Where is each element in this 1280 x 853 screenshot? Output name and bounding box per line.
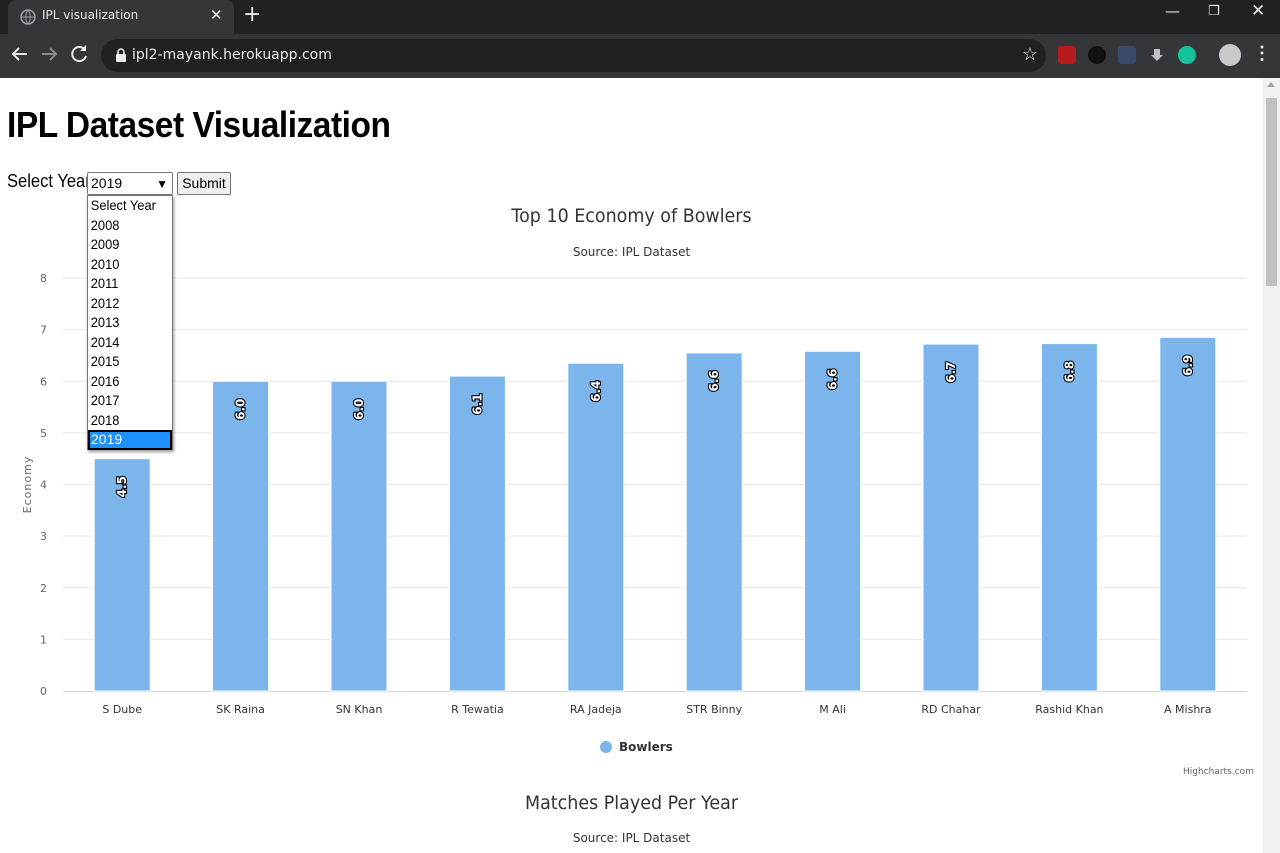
browser-tab[interactable]: IPL visualization ✕ bbox=[8, 0, 234, 34]
highcharts-credit[interactable]: Highcharts.com bbox=[1183, 767, 1254, 777]
scroll-up-arrow-icon[interactable] bbox=[1267, 82, 1275, 87]
year-select-value: 2019 bbox=[91, 175, 123, 191]
year-option[interactable]: 2013 bbox=[88, 313, 165, 333]
x-category-label: S Dube bbox=[102, 703, 142, 716]
x-category-label: RA Jadeja bbox=[570, 703, 622, 716]
vertical-scrollbar[interactable] bbox=[1263, 78, 1280, 853]
x-category-label: Rashid Khan bbox=[1035, 703, 1103, 716]
restore-icon[interactable]: ❐ bbox=[1208, 4, 1220, 19]
year-option[interactable]: 2015 bbox=[88, 352, 165, 372]
year-option[interactable]: 2009 bbox=[88, 235, 165, 255]
year-option[interactable]: Select Year bbox=[88, 196, 165, 216]
y-axis-title: Economy bbox=[21, 456, 34, 514]
browser-tab-bar: IPL visualization ✕ + — ❐ ✕ bbox=[0, 0, 1280, 34]
x-category-label: M Ali bbox=[819, 703, 846, 716]
bar-data-label: 6.6 bbox=[826, 369, 840, 390]
forward-icon[interactable] bbox=[37, 42, 61, 66]
bar-data-label: 6.1 bbox=[470, 393, 484, 414]
page-content: IPL Dataset Visualization Select Year 20… bbox=[0, 78, 1263, 853]
bar[interactable] bbox=[685, 352, 743, 692]
globe-icon bbox=[20, 9, 36, 25]
year-option[interactable]: 2014 bbox=[88, 333, 165, 353]
browser-toolbar: ipl2-mayank.herokuapp.com ☆ ⋮ bbox=[0, 34, 1280, 78]
chart-subtitle: Source: IPL Dataset bbox=[572, 245, 691, 259]
year-option[interactable]: 2012 bbox=[88, 294, 165, 314]
x-category-label: STR Binny bbox=[686, 703, 742, 716]
bar-data-label: 6.7 bbox=[944, 361, 958, 382]
tab-title: IPL visualization bbox=[42, 8, 139, 22]
bar-data-label: 6.0 bbox=[234, 399, 248, 420]
x-category-label: RD Chahar bbox=[921, 703, 981, 716]
address-bar[interactable]: ipl2-mayank.herokuapp.com ☆ bbox=[101, 39, 1046, 72]
year-option[interactable]: 2010 bbox=[88, 255, 165, 275]
page-title: IPL Dataset Visualization bbox=[7, 104, 391, 145]
bar[interactable] bbox=[448, 375, 506, 692]
submit-button[interactable]: Submit bbox=[177, 172, 231, 195]
year-label: Select Year bbox=[7, 171, 91, 191]
bar[interactable] bbox=[1159, 336, 1217, 692]
bar[interactable] bbox=[330, 380, 388, 692]
grammarly-icon[interactable] bbox=[1178, 46, 1196, 64]
profile-avatar[interactable] bbox=[1219, 44, 1241, 66]
bar-data-label: 6.0 bbox=[352, 399, 366, 420]
close-icon[interactable]: ✕ bbox=[210, 6, 223, 24]
bookmark-star-icon[interactable]: ☆ bbox=[1022, 44, 1038, 65]
year-option[interactable]: 2017 bbox=[88, 391, 165, 411]
bar[interactable] bbox=[567, 362, 625, 692]
year-option[interactable]: 2019 bbox=[88, 430, 172, 450]
pdf-extension-icon[interactable] bbox=[1058, 46, 1076, 64]
url-text: ipl2-mayank.herokuapp.com bbox=[132, 47, 332, 63]
chart2-title: Matches Played Per Year bbox=[524, 792, 739, 814]
extension-dots-icon[interactable] bbox=[1118, 46, 1136, 64]
bar[interactable] bbox=[922, 343, 980, 692]
x-category-label: A Mishra bbox=[1164, 703, 1212, 716]
y-tick-label: 7 bbox=[40, 324, 47, 337]
bar-data-label: 6.4 bbox=[589, 381, 603, 402]
lock-icon bbox=[116, 48, 126, 62]
y-tick-label: 6 bbox=[40, 375, 47, 388]
year-option[interactable]: 2011 bbox=[88, 274, 165, 294]
y-tick-label: 4 bbox=[40, 479, 47, 492]
bar[interactable] bbox=[212, 380, 270, 692]
y-tick-label: 2 bbox=[40, 582, 47, 595]
window-close-icon[interactable]: ✕ bbox=[1251, 1, 1265, 21]
y-tick-label: 8 bbox=[40, 272, 47, 285]
bar[interactable] bbox=[1040, 343, 1098, 692]
chart-title: Top 10 Economy of Bowlers bbox=[511, 205, 752, 227]
year-option[interactable]: 2016 bbox=[88, 372, 165, 392]
y-tick-label: 3 bbox=[40, 530, 47, 543]
x-category-label: SK Raina bbox=[216, 703, 265, 716]
year-select[interactable]: 2019 ▼ bbox=[87, 172, 173, 195]
economy-bar-chart: 0 1 2 3 4 5 6 7 8 Economy S Dube 4.5 SK Raina 6.0 SN K… bbox=[21, 272, 1247, 754]
bar-data-label: 6.9 bbox=[1181, 355, 1195, 376]
menu-kebab-icon[interactable]: ⋮ bbox=[1253, 43, 1271, 64]
chart2-subtitle: Source: IPL Dataset bbox=[572, 831, 691, 845]
x-category-label: SN Khan bbox=[336, 703, 383, 716]
scroll-thumb[interactable] bbox=[1266, 98, 1277, 286]
year-dropdown-list: Select Year 2008 2009 2010 2011 2012 2013 2014 2… bbox=[87, 195, 173, 450]
y-tick-label: 0 bbox=[40, 685, 47, 698]
reload-icon[interactable] bbox=[67, 42, 91, 66]
extension-avatar-icon[interactable] bbox=[1088, 46, 1106, 64]
bar-data-label: 4.5 bbox=[115, 476, 129, 497]
chevron-down-icon: ▼ bbox=[156, 177, 168, 191]
bar-data-label: 6.8 bbox=[1062, 361, 1076, 382]
x-category-label: R Tewatia bbox=[451, 703, 504, 716]
legend-marker[interactable] bbox=[600, 741, 612, 753]
bar-data-label: 6.6 bbox=[707, 370, 721, 391]
y-tick-label: 5 bbox=[40, 427, 47, 440]
new-tab-icon[interactable]: + bbox=[243, 2, 261, 27]
y-tick-label: 1 bbox=[40, 633, 47, 646]
back-icon[interactable] bbox=[8, 42, 32, 66]
year-option[interactable]: 2018 bbox=[88, 411, 165, 431]
legend-label[interactable]: Bowlers bbox=[619, 740, 673, 754]
download-icon[interactable] bbox=[1148, 46, 1166, 64]
minimize-icon[interactable]: — bbox=[1165, 2, 1180, 20]
year-option[interactable]: 2008 bbox=[88, 216, 165, 236]
bar[interactable] bbox=[804, 350, 862, 692]
